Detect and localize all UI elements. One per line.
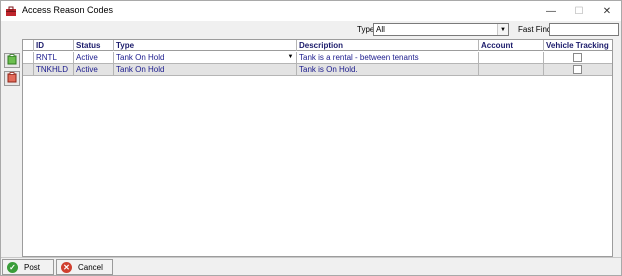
cell-id[interactable]: RNTL bbox=[34, 52, 74, 64]
cell-vehicle-tracking bbox=[544, 52, 612, 64]
column-header-type[interactable]: Type bbox=[114, 40, 297, 51]
grid-header: ID Status Type Description Account Vehic… bbox=[23, 40, 612, 51]
type-dropdown-value: All bbox=[376, 25, 385, 34]
column-header-id[interactable]: ID bbox=[34, 40, 74, 51]
bottom-action-bar: ✓ Post ✕ Cancel bbox=[1, 257, 621, 275]
chevron-down-icon[interactable]: ▼ bbox=[497, 24, 508, 35]
table-row[interactable]: RNTL Active Tank On Hold ▼ Tank is a ren… bbox=[23, 52, 612, 64]
cell-account[interactable] bbox=[479, 52, 544, 64]
type-dropdown[interactable]: All ▼ bbox=[373, 23, 509, 36]
add-record-button[interactable] bbox=[4, 53, 20, 68]
window-title: Access Reason Codes bbox=[22, 5, 114, 15]
cancel-button-label: Cancel bbox=[78, 262, 103, 272]
cell-account[interactable] bbox=[479, 64, 544, 76]
fastfind-label: Fast Find bbox=[518, 25, 552, 34]
minimize-button[interactable]: — bbox=[537, 1, 565, 21]
vehicle-tracking-checkbox[interactable] bbox=[573, 53, 582, 62]
table-row[interactable]: TNKHLD Active Tank On Hold Tank is On Ho… bbox=[23, 64, 612, 76]
access-reason-codes-window: Access Reason Codes — ☐ ✕ Type All ▼ Fas… bbox=[0, 0, 622, 276]
close-button[interactable]: ✕ bbox=[593, 1, 621, 21]
cell-id[interactable]: TNKHLD bbox=[34, 64, 74, 76]
reason-codes-grid: ID Status Type Description Account Vehic… bbox=[22, 39, 613, 257]
row-selector[interactable] bbox=[23, 52, 34, 64]
delete-record-button[interactable] bbox=[4, 71, 20, 86]
row-selector-header bbox=[23, 40, 34, 51]
cell-status[interactable]: Active bbox=[74, 52, 114, 64]
delete-record-icon bbox=[7, 72, 18, 85]
row-selector[interactable] bbox=[23, 64, 34, 76]
cell-description[interactable]: Tank is a rental - between tenants bbox=[297, 52, 479, 64]
column-header-account[interactable]: Account bbox=[479, 40, 544, 51]
checkmark-icon: ✓ bbox=[7, 261, 18, 273]
maximize-button[interactable]: ☐ bbox=[565, 1, 593, 21]
cell-type-value: Tank On Hold bbox=[116, 53, 165, 62]
cell-vehicle-tracking bbox=[544, 64, 612, 76]
column-header-vehicle-tracking[interactable]: Vehicle Tracking bbox=[544, 40, 612, 51]
post-button-label: Post bbox=[24, 262, 41, 272]
column-header-status[interactable]: Status bbox=[74, 40, 114, 51]
cell-type[interactable]: Tank On Hold bbox=[114, 64, 297, 76]
column-header-description[interactable]: Description bbox=[297, 40, 479, 51]
cell-status[interactable]: Active bbox=[74, 64, 114, 76]
title-bar: Access Reason Codes — ☐ ✕ bbox=[1, 1, 621, 21]
cell-description[interactable]: Tank is On Hold. bbox=[297, 64, 479, 76]
vehicle-tracking-checkbox[interactable] bbox=[573, 65, 582, 74]
chevron-down-icon[interactable]: ▼ bbox=[286, 53, 295, 62]
post-button[interactable]: ✓ Post bbox=[2, 259, 54, 275]
cancel-button[interactable]: ✕ Cancel bbox=[56, 259, 113, 275]
red-toolbox-icon bbox=[5, 5, 17, 17]
cell-type[interactable]: Tank On Hold ▼ bbox=[114, 52, 297, 64]
side-toolbar bbox=[1, 39, 22, 257]
add-record-icon bbox=[7, 54, 18, 67]
cancel-x-icon: ✕ bbox=[61, 261, 72, 273]
filter-bar: Type All ▼ Fast Find bbox=[1, 21, 621, 39]
fastfind-input[interactable] bbox=[549, 23, 619, 36]
type-label: Type bbox=[357, 25, 375, 34]
